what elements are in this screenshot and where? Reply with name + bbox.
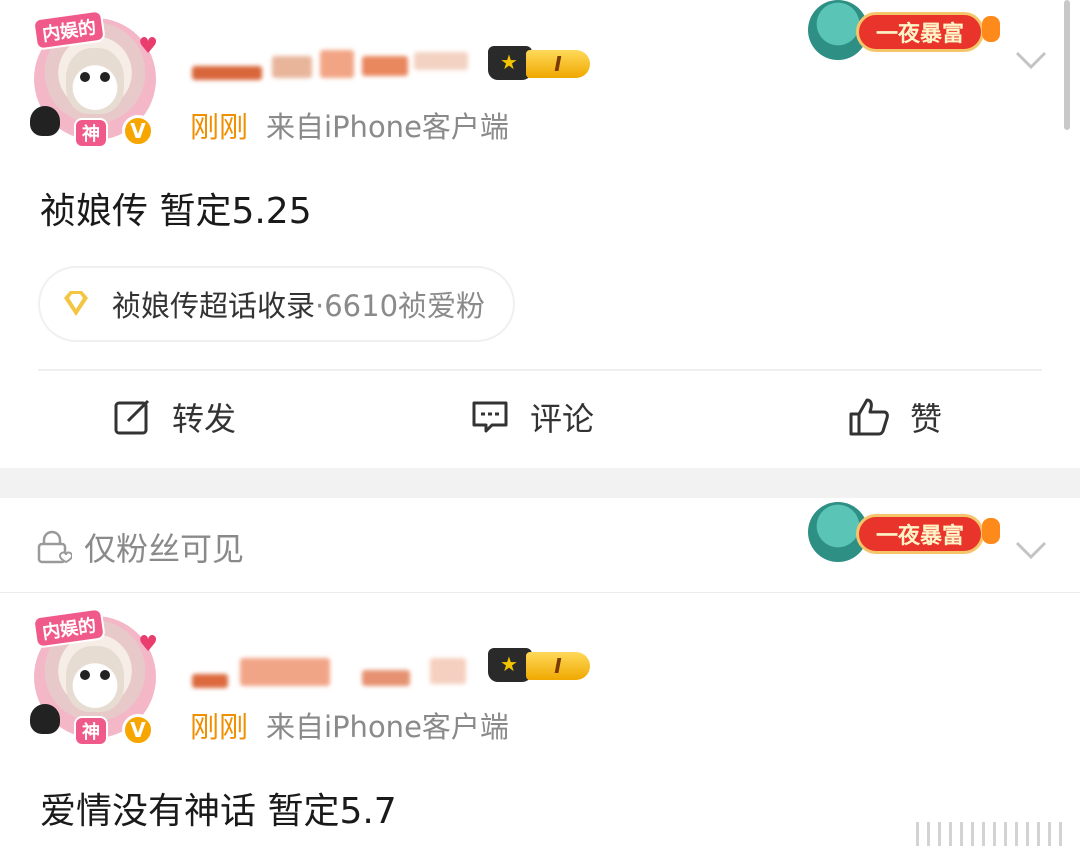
thumbs-up-icon [849, 398, 889, 436]
avatar-tag-2: 神 [74, 716, 108, 746]
topic-label: 祯娘传超话收录 [112, 289, 316, 323]
repost-label: 转发 [172, 400, 237, 438]
divider [38, 369, 1042, 371]
avatar-face [66, 646, 124, 712]
avatar-eye [100, 72, 110, 82]
blur-block [320, 50, 354, 78]
like-label: 赞 [910, 400, 943, 438]
scrollbar[interactable] [1064, 0, 1070, 130]
verified-badge: V [122, 714, 154, 746]
topic-count: ·6610祯爱粉 [315, 289, 486, 323]
repost-button[interactable]: 转发 [112, 394, 236, 440]
promo-badge[interactable]: 一夜暴富 [808, 0, 1004, 62]
blur-block [272, 56, 312, 78]
divider [0, 592, 1080, 593]
diamond-icon [64, 291, 88, 316]
heart-icon: ♥ [138, 632, 158, 657]
watermark [916, 822, 1066, 846]
post-card: 内娱的 神 ♥ V I 刚刚来自iPhone客户端 一夜暴富 祯娘传 暂定5.2… [0, 0, 1080, 468]
avatar-eye [80, 72, 90, 82]
repost-icon [114, 399, 150, 435]
verified-badge: V [122, 115, 154, 147]
avatar-tag-2: 神 [74, 118, 108, 148]
post-source: 来自iPhone客户端 [266, 710, 509, 744]
avatar-eye [80, 670, 90, 680]
blur-block [430, 658, 466, 684]
lantern-icon [982, 518, 1000, 544]
post-text: 爱情没有神话 暂定5.7 [40, 791, 397, 832]
comment-icon [472, 401, 508, 433]
post-time: 刚刚 [190, 710, 249, 744]
post-separator [0, 468, 1080, 498]
blur-block [362, 56, 408, 76]
like-button[interactable]: 赞 [848, 394, 942, 440]
lantern-icon [982, 16, 1000, 42]
level-crown-badge[interactable]: I [488, 46, 596, 80]
post-text: 祯娘传 暂定5.25 [40, 191, 312, 232]
post-meta: 刚刚 来自iPhone客户端 [190, 104, 509, 146]
level-label: I [526, 652, 590, 680]
blur-block [192, 66, 262, 80]
avatar-eye [100, 670, 110, 680]
promo-badge[interactable]: 一夜暴富 [808, 502, 1004, 564]
comment-label: 评论 [530, 400, 595, 438]
level-label: I [526, 50, 590, 78]
post-source: 来自iPhone客户端 [266, 110, 509, 144]
promo-label: 一夜暴富 [856, 514, 984, 554]
heart-icon: ♥ [138, 34, 158, 59]
chevron-down-icon[interactable] [1014, 48, 1048, 72]
comment-button[interactable]: 评论 [470, 394, 594, 440]
post-card: 仅粉丝可见 一夜暴富 内娱的 神 ♥ V I 刚刚来自iPhone客户端 爱情没… [0, 498, 1080, 860]
visibility-row: 仅粉丝可见 [36, 524, 244, 570]
blur-block [414, 52, 468, 70]
avatar-face [66, 48, 124, 114]
promo-label: 一夜暴富 [856, 12, 984, 52]
lock-heart-icon [37, 530, 72, 564]
topic-chip[interactable]: 祯娘传超话收录 ·6610祯爱粉 [40, 268, 514, 340]
cat-icon [30, 106, 60, 136]
post-meta: 刚刚 来自iPhone客户端 [190, 704, 509, 746]
post-time: 刚刚 [190, 110, 249, 144]
blur-block [240, 658, 330, 686]
level-crown-badge[interactable]: I [488, 648, 596, 682]
chevron-down-icon[interactable] [1014, 538, 1048, 562]
cat-icon [30, 704, 60, 734]
visibility-label: 仅粉丝可见 [84, 530, 245, 568]
blur-block [192, 674, 228, 688]
blur-block [362, 670, 410, 686]
